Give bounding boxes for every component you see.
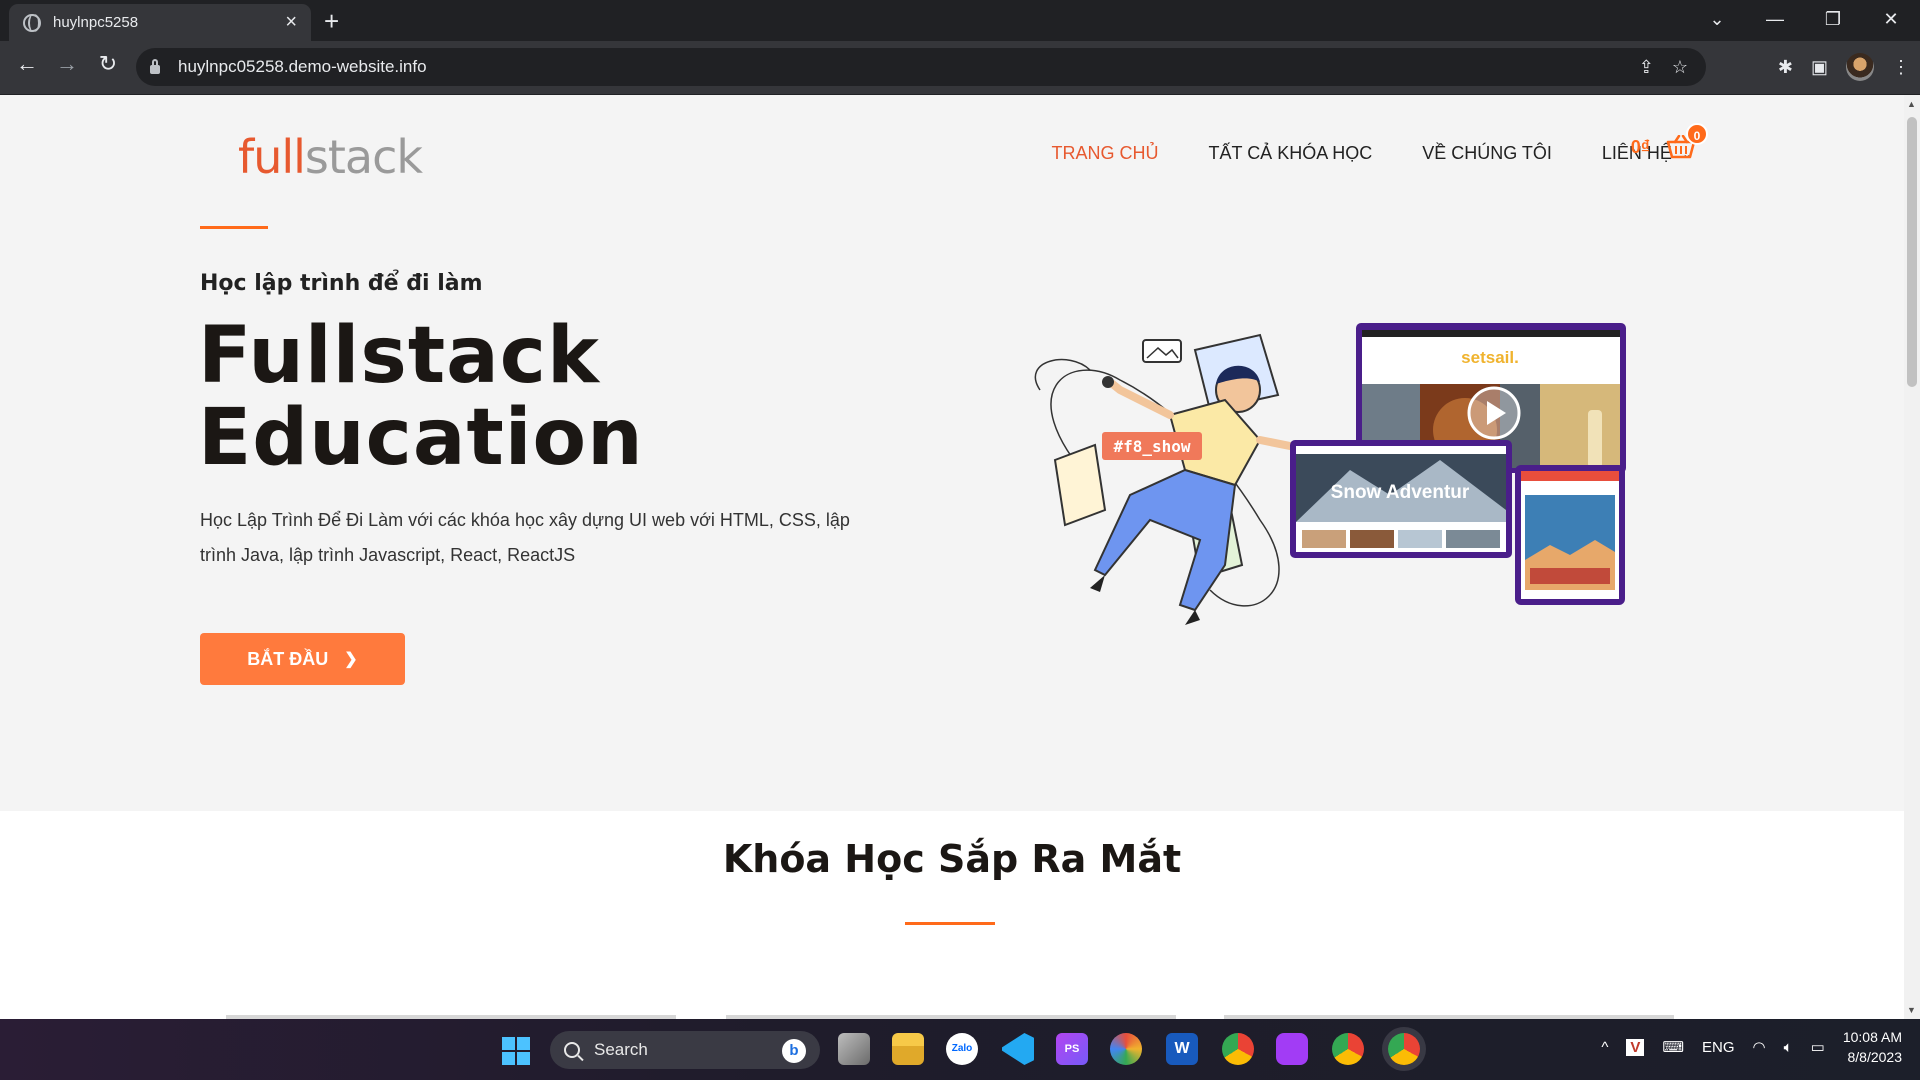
section-title: Khóa Học Sắp Ra Mắt bbox=[722, 837, 1182, 881]
chrome-profile-icon[interactable] bbox=[1332, 1033, 1364, 1065]
system-tray: ^ V ⌨ ENG ◠ 🔈︎ ▭ 10:08 AM 8/8/2023 bbox=[1601, 1027, 1902, 1067]
profile-avatar[interactable] bbox=[1846, 53, 1874, 81]
tab-title: huylnpc5258 bbox=[53, 14, 139, 31]
forward-icon[interactable]: → bbox=[50, 51, 84, 77]
browser-toolbar: ← → ↻ huylnpc05258.demo-website.info ⇪ ☆… bbox=[0, 41, 1920, 95]
back-icon[interactable]: ← bbox=[10, 51, 44, 77]
clock-date: 8/8/2023 bbox=[1847, 1049, 1903, 1065]
chevron-up-icon[interactable]: ^ bbox=[1601, 1039, 1608, 1056]
taskbar-search[interactable]: Search b bbox=[550, 1031, 820, 1069]
vscode-icon[interactable] bbox=[1002, 1033, 1034, 1065]
hero-title-line1: Fullstack bbox=[198, 311, 600, 401]
close-tab-icon[interactable]: × bbox=[285, 11, 297, 34]
logo-full-text: full bbox=[238, 130, 306, 184]
extensions-icon[interactable]: ✱ bbox=[1778, 57, 1793, 78]
address-bar[interactable]: huylnpc05258.demo-website.info ⇪ ☆ bbox=[136, 48, 1706, 86]
windows-taskbar: Search b Zalo PS W ^ V ⌨ ENG ◠ 🔈︎ ▭ 10:0… bbox=[0, 1019, 1920, 1080]
reload-icon[interactable]: ↻ bbox=[91, 51, 125, 77]
phpstorm-icon[interactable]: PS bbox=[1056, 1033, 1088, 1065]
nav-home[interactable]: TRANG CHỦ bbox=[1052, 143, 1159, 164]
scroll-down-icon[interactable]: ▼ bbox=[1907, 1005, 1916, 1015]
nav-all-courses[interactable]: TẤT CẢ KHÓA HỌC bbox=[1209, 143, 1373, 164]
new-tab-icon[interactable]: + bbox=[324, 6, 339, 37]
hero-tagline: Học lập trình để đi làm bbox=[200, 271, 483, 296]
minimize-icon[interactable]: — bbox=[1746, 9, 1804, 30]
section-divider bbox=[905, 922, 995, 925]
logo-stack-text: stack bbox=[304, 130, 423, 184]
bing-icon[interactable]: b bbox=[782, 1039, 806, 1063]
bookmark-star-icon[interactable]: ☆ bbox=[1672, 57, 1688, 78]
volume-icon[interactable]: 🔈︎ bbox=[1784, 1039, 1793, 1056]
url-text: huylnpc05258.demo-website.info bbox=[178, 57, 427, 76]
scroll-up-icon[interactable]: ▲ bbox=[1907, 99, 1916, 109]
chrome-active-icon[interactable] bbox=[1388, 1033, 1420, 1065]
web-page: fullstack TRANG CHỦ TẤT CẢ KHÓA HỌC VỀ C… bbox=[0, 95, 1904, 1019]
start-button-label: BẮT ĐẦU bbox=[247, 648, 329, 669]
side-panel-icon[interactable]: ▣ bbox=[1811, 57, 1828, 78]
hero-illustration: #f8_show setsail. Snow Adventur bbox=[1010, 320, 1640, 625]
vietkey-icon[interactable]: V bbox=[1626, 1038, 1645, 1056]
close-window-icon[interactable]: ✕ bbox=[1862, 9, 1920, 30]
browser-tab-strip: huylnpc5258 × + ⌄ — ❐ ✕ bbox=[0, 0, 1920, 41]
task-view-icon[interactable] bbox=[838, 1033, 870, 1065]
chevron-right-icon: ❯ bbox=[344, 651, 358, 668]
word-icon[interactable]: W bbox=[1166, 1033, 1198, 1065]
cart-count-badge: 0 bbox=[1686, 123, 1708, 145]
hero-title-line2: Education bbox=[198, 393, 644, 483]
share-icon[interactable]: ⇪ bbox=[1639, 57, 1654, 78]
snow-adventure-title: Snow Adventur bbox=[1331, 482, 1470, 503]
hero-title: Fullstack Education bbox=[198, 315, 644, 479]
zalo-icon[interactable]: Zalo bbox=[946, 1033, 978, 1065]
setsail-brand: setsail. bbox=[1461, 348, 1519, 367]
battery-icon[interactable]: ▭ bbox=[1811, 1038, 1825, 1056]
basket-icon[interactable]: 0 bbox=[1666, 123, 1708, 159]
tab-search-icon[interactable]: ⌄ bbox=[1688, 9, 1746, 30]
app-icon[interactable] bbox=[1276, 1033, 1308, 1065]
restore-icon[interactable]: ❐ bbox=[1804, 9, 1862, 30]
taskbar-search-label: Search bbox=[594, 1040, 648, 1059]
cart-amount: 0₫ bbox=[1630, 136, 1650, 157]
cart[interactable]: 0₫ 0 bbox=[1630, 123, 1708, 159]
chrome-icon[interactable] bbox=[1222, 1033, 1254, 1065]
scrollbar-thumb[interactable] bbox=[1907, 117, 1917, 387]
keyboard-icon[interactable]: ⌨ bbox=[1662, 1038, 1684, 1056]
lock-icon[interactable] bbox=[150, 59, 160, 74]
nav-about-us[interactable]: VỀ CHÚNG TÔI bbox=[1422, 143, 1552, 164]
taskbar-clock[interactable]: 10:08 AM 8/8/2023 bbox=[1843, 1027, 1902, 1067]
hero-description: Học Lập Trình Để Đi Làm với các khóa học… bbox=[200, 510, 850, 565]
page-scrollbar[interactable]: ▲ ▼ bbox=[1904, 95, 1920, 1019]
language-indicator[interactable]: ENG bbox=[1702, 1039, 1735, 1056]
windows-start-icon[interactable] bbox=[502, 1037, 530, 1065]
wifi-icon[interactable]: ◠ bbox=[1753, 1038, 1766, 1056]
main-navigation: TRANG CHỦ TẤT CẢ KHÓA HỌC VỀ CHÚNG TÔI L… bbox=[1002, 143, 1692, 164]
file-explorer-icon[interactable] bbox=[892, 1033, 924, 1065]
globe-icon bbox=[23, 13, 41, 32]
hashtag-badge: #f8_show bbox=[1113, 437, 1190, 456]
clock-time: 10:08 AM bbox=[1842, 1029, 1902, 1045]
accent-divider bbox=[200, 226, 268, 229]
app-icon[interactable] bbox=[1110, 1033, 1142, 1065]
site-logo[interactable]: fullstack bbox=[238, 130, 423, 184]
menu-kebab-icon[interactable]: ⋮ bbox=[1892, 57, 1910, 78]
browser-tab[interactable]: huylnpc5258 × bbox=[9, 4, 311, 41]
start-button[interactable]: BẮT ĐẦU ❯ bbox=[200, 633, 405, 685]
window-controls: ⌄ — ❐ ✕ bbox=[1688, 0, 1920, 38]
search-icon bbox=[564, 1042, 580, 1058]
